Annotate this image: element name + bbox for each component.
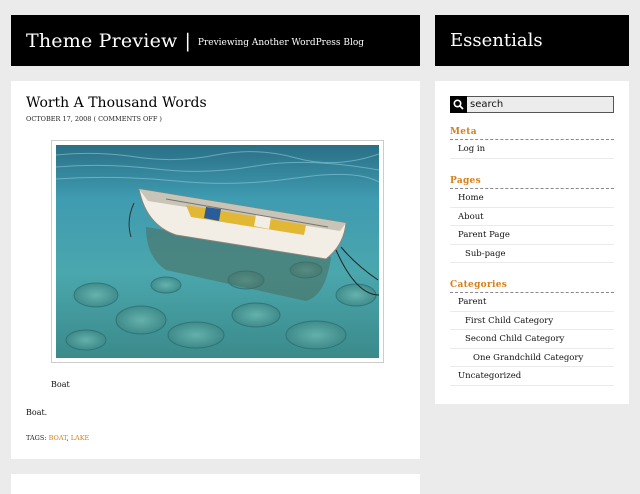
meta-item-log-in[interactable]: Log in <box>450 140 614 159</box>
category-item-first-child[interactable]: First Child Category <box>450 312 614 330</box>
site-tagline: Previewing Another WordPress Blog <box>197 37 365 48</box>
post-date: October 17, 2008 <box>26 115 92 123</box>
sidebar: Meta Log in Pages Home About Parent Page… <box>435 81 629 404</box>
tag-link-lake[interactable]: lake <box>71 434 90 442</box>
post-body: Boat. <box>26 408 48 417</box>
sidebar-title: Essentials <box>450 30 543 51</box>
post-image-frame <box>51 140 384 363</box>
pages-widget: Pages Home About Parent Page Sub-page <box>450 176 614 263</box>
post-title[interactable]: Worth A Thousand Words <box>26 95 405 111</box>
category-item-uncategorized[interactable]: Uncategorized <box>450 367 614 386</box>
post-meta: October 17, 2008 ( Comments Off ) <box>26 115 405 123</box>
tag-link-boat[interactable]: boat <box>49 434 67 442</box>
meta-widget-title: Meta <box>450 127 614 140</box>
post: Worth A Thousand Words October 17, 2008 … <box>11 81 420 459</box>
title-separator: | <box>184 29 191 52</box>
tags-label: Tags: <box>26 434 47 442</box>
categories-widget: Categories Parent First Child Category S… <box>450 280 614 386</box>
site-title[interactable]: Theme Preview <box>26 30 177 52</box>
category-item-grandchild[interactable]: One Grandchild Category <box>450 349 614 367</box>
page-item-home[interactable]: Home <box>450 189 614 208</box>
next-post <box>11 474 420 494</box>
categories-widget-title: Categories <box>450 280 614 293</box>
category-item-second-child[interactable]: Second Child Category <box>450 330 614 349</box>
search-form <box>450 95 614 113</box>
page-item-about[interactable]: About <box>450 208 614 226</box>
pages-widget-title: Pages <box>450 176 614 189</box>
image-caption: Boat <box>51 380 70 389</box>
search-input[interactable] <box>467 97 610 112</box>
meta-widget: Meta Log in <box>450 127 614 159</box>
page-item-parent-page[interactable]: Parent Page <box>450 226 614 245</box>
post-tags: Tags: boat, lake <box>26 434 89 442</box>
page-item-sub-page[interactable]: Sub-page <box>450 245 614 263</box>
category-item-parent[interactable]: Parent <box>450 293 614 312</box>
post-comments: ( Comments Off ) <box>93 115 162 123</box>
post-image[interactable] <box>56 145 379 358</box>
site-header: Theme Preview | Previewing Another WordP… <box>11 15 420 66</box>
sidebar-header: Essentials <box>435 15 629 66</box>
search-icon[interactable] <box>450 95 467 113</box>
